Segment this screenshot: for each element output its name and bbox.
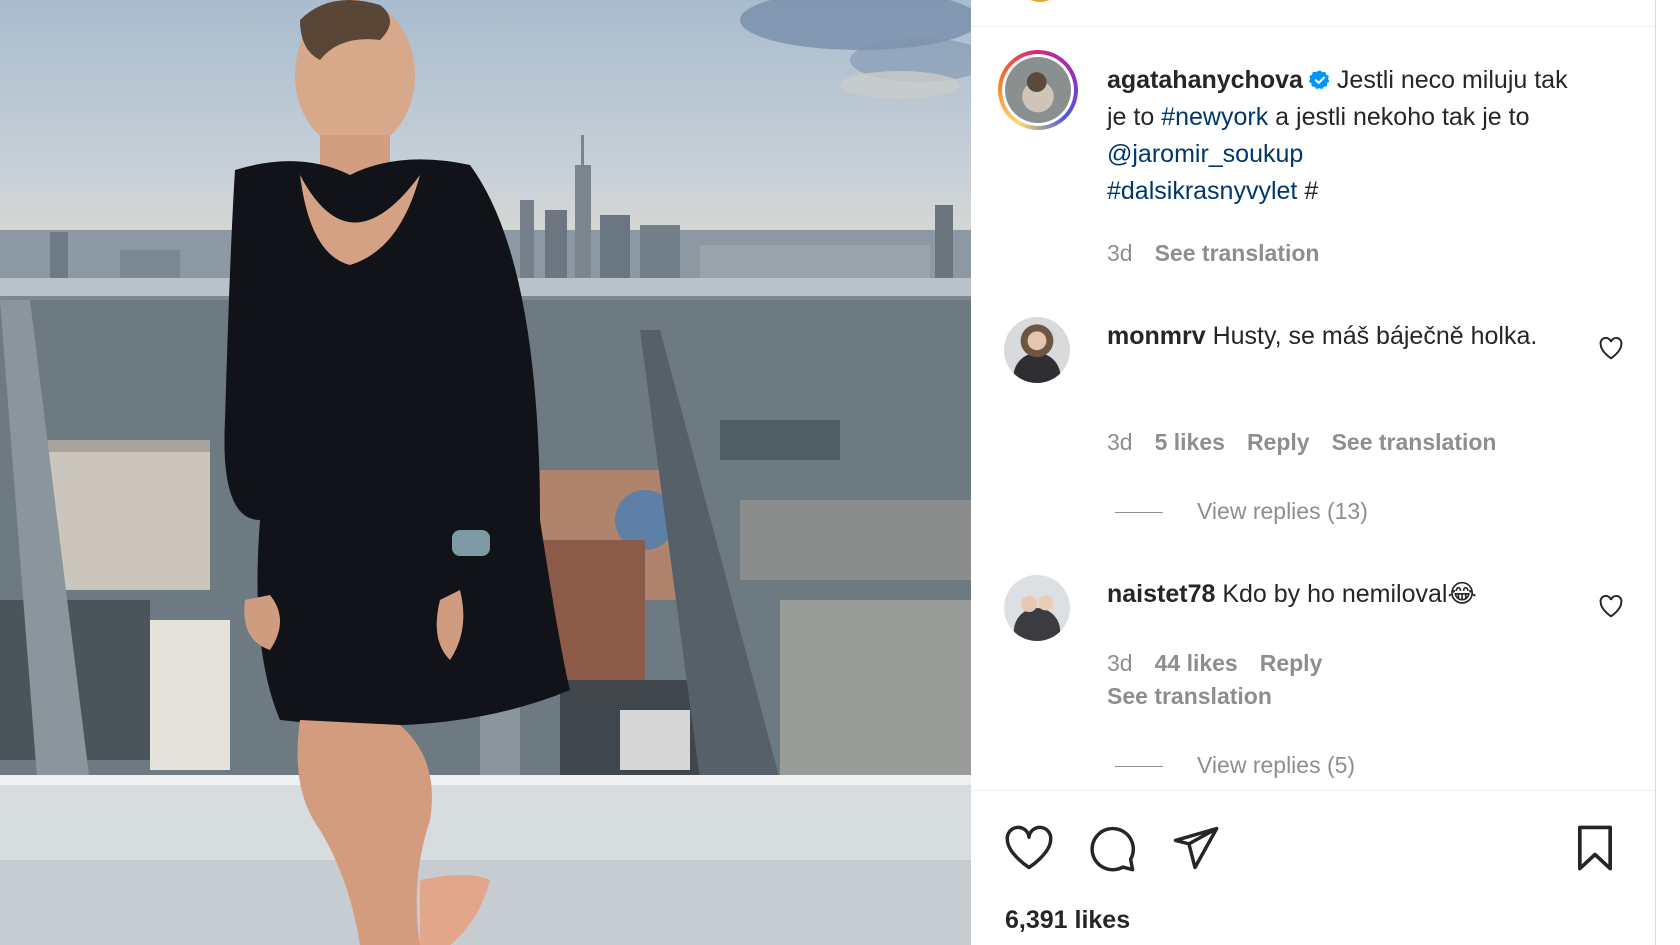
verified-badge-icon bbox=[1308, 70, 1330, 90]
post-caption: agatahanychova Jestli neco miluju tak je … bbox=[1107, 62, 1587, 210]
caption-text-mid: a jestli nekoho tak je to bbox=[1275, 103, 1530, 131]
comment-like-heart-icon[interactable] bbox=[1598, 594, 1624, 618]
reply-button[interactable]: Reply bbox=[1260, 650, 1323, 676]
comment-see-translation[interactable]: See translation bbox=[1332, 429, 1497, 455]
comment-age: 3d bbox=[1107, 650, 1133, 676]
comment-text: Kdo by ho nemiloval😂 bbox=[1222, 580, 1477, 608]
comment-meta-2: See translation bbox=[1107, 683, 1294, 710]
mention-link[interactable]: @jaromir_soukup bbox=[1107, 140, 1303, 168]
comment-body: naistet78 Kdo by ho nemiloval😂 bbox=[1107, 576, 1577, 613]
replies-line bbox=[1115, 766, 1163, 768]
view-replies-label: View replies (5) bbox=[1197, 752, 1356, 778]
caption-age: 3d bbox=[1107, 240, 1133, 266]
view-replies-button[interactable]: View replies (13) bbox=[1115, 498, 1368, 525]
comment-likes[interactable]: 44 likes bbox=[1155, 650, 1238, 676]
hashtag-link[interactable]: #newyork bbox=[1161, 103, 1268, 131]
comment-like-heart-icon[interactable] bbox=[1598, 336, 1624, 360]
replies-line bbox=[1115, 512, 1163, 514]
comment-meta: 3d 44 likes Reply bbox=[1107, 650, 1344, 677]
view-replies-label: View replies (13) bbox=[1197, 498, 1368, 524]
bookmark-icon[interactable] bbox=[1569, 822, 1621, 874]
post-photo[interactable] bbox=[0, 0, 971, 945]
header-avatar-peek[interactable] bbox=[1017, 0, 1063, 2]
author-username[interactable]: agatahanychova bbox=[1107, 66, 1303, 94]
page-margin bbox=[1655, 0, 1680, 945]
comment-age: 3d bbox=[1107, 429, 1133, 455]
likes-count[interactable]: 6,391 likes bbox=[1005, 906, 1130, 935]
actions-divider bbox=[971, 790, 1655, 791]
author-avatar[interactable] bbox=[998, 50, 1078, 130]
caption-meta: 3d See translation bbox=[1107, 240, 1341, 267]
comment-see-translation[interactable]: See translation bbox=[1107, 683, 1272, 709]
comment-username[interactable]: naistet78 bbox=[1107, 580, 1215, 608]
commenter-avatar[interactable] bbox=[1004, 575, 1070, 641]
caption-see-translation[interactable]: See translation bbox=[1155, 240, 1320, 266]
header-divider bbox=[971, 26, 1655, 27]
comment-likes[interactable]: 5 likes bbox=[1155, 429, 1225, 455]
comment-username[interactable]: monmrv bbox=[1107, 322, 1206, 350]
photo-scene bbox=[0, 0, 971, 945]
commenter-avatar[interactable] bbox=[1004, 317, 1070, 383]
heart-icon[interactable] bbox=[1003, 822, 1055, 874]
post-sidebar: agatahanychova Jestli neco miluju tak je … bbox=[971, 0, 1655, 945]
reply-button[interactable]: Reply bbox=[1247, 429, 1310, 455]
comment-body: monmrv Husty, se máš báječně holka. bbox=[1107, 318, 1577, 355]
comment-icon[interactable] bbox=[1086, 822, 1138, 874]
comment-meta: 3d 5 likes Reply See translation bbox=[1107, 429, 1518, 456]
share-icon[interactable] bbox=[1169, 822, 1221, 874]
caption-text-tail: # bbox=[1304, 177, 1319, 205]
view-replies-button[interactable]: View replies (5) bbox=[1115, 752, 1355, 779]
hashtag-link[interactable]: #dalsikrasnyvylet bbox=[1107, 177, 1297, 205]
comment-text: Husty, se máš báječně holka. bbox=[1212, 322, 1538, 350]
